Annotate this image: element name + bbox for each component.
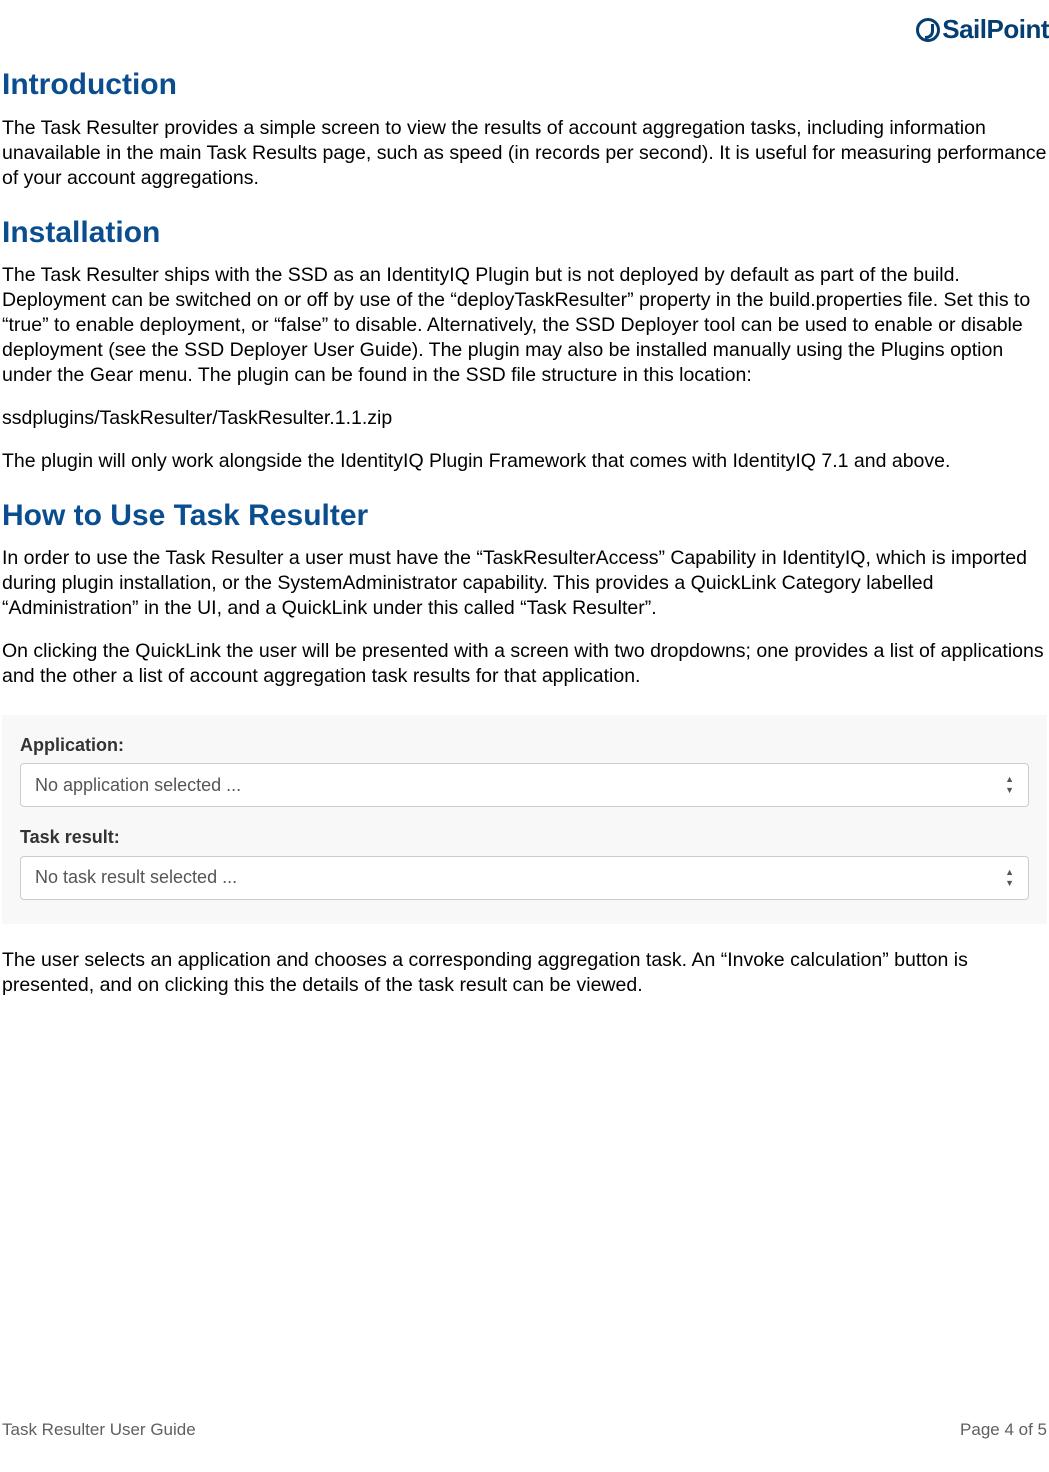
- paragraph: The plugin will only work alongside the …: [2, 449, 1047, 474]
- paragraph: The Task Resulter provides a simple scre…: [2, 116, 1047, 191]
- paragraph: On clicking the QuickLink the user will …: [2, 639, 1047, 689]
- application-select-value: No application selected ...: [35, 773, 241, 797]
- paragraph: The Task Resulter ships with the SSD as …: [2, 263, 1047, 388]
- chevron-sort-icon: ▲▼: [1005, 775, 1014, 795]
- task-result-select-value: No task result selected ...: [35, 865, 237, 889]
- heading-installation: Installation: [2, 213, 1047, 254]
- footer-page-number: Page 4 of 5: [960, 1419, 1047, 1442]
- application-label: Application:: [20, 733, 1029, 757]
- sailpoint-logo-icon: [916, 18, 940, 42]
- page-footer: Task Resulter User Guide Page 4 of 5: [0, 1419, 1049, 1442]
- paragraph-filepath: ssdplugins/TaskResulter/TaskResulter.1.1…: [2, 406, 1047, 431]
- task-result-label: Task result:: [20, 825, 1029, 849]
- task-result-select[interactable]: No task result selected ... ▲▼: [20, 856, 1029, 900]
- chevron-sort-icon: ▲▼: [1005, 868, 1014, 888]
- footer-title: Task Resulter User Guide: [2, 1419, 196, 1442]
- heading-introduction: Introduction: [2, 65, 1047, 106]
- ui-screenshot-panel: Application: No application selected ...…: [2, 715, 1047, 924]
- paragraph: In order to use the Task Resulter a user…: [2, 546, 1047, 621]
- application-select[interactable]: No application selected ... ▲▼: [20, 763, 1029, 807]
- header-logo: SailPoint: [0, 12, 1049, 49]
- heading-howto: How to Use Task Resulter: [2, 496, 1047, 537]
- logo-text: SailPoint: [942, 12, 1049, 47]
- paragraph: The user selects an application and choo…: [2, 948, 1047, 998]
